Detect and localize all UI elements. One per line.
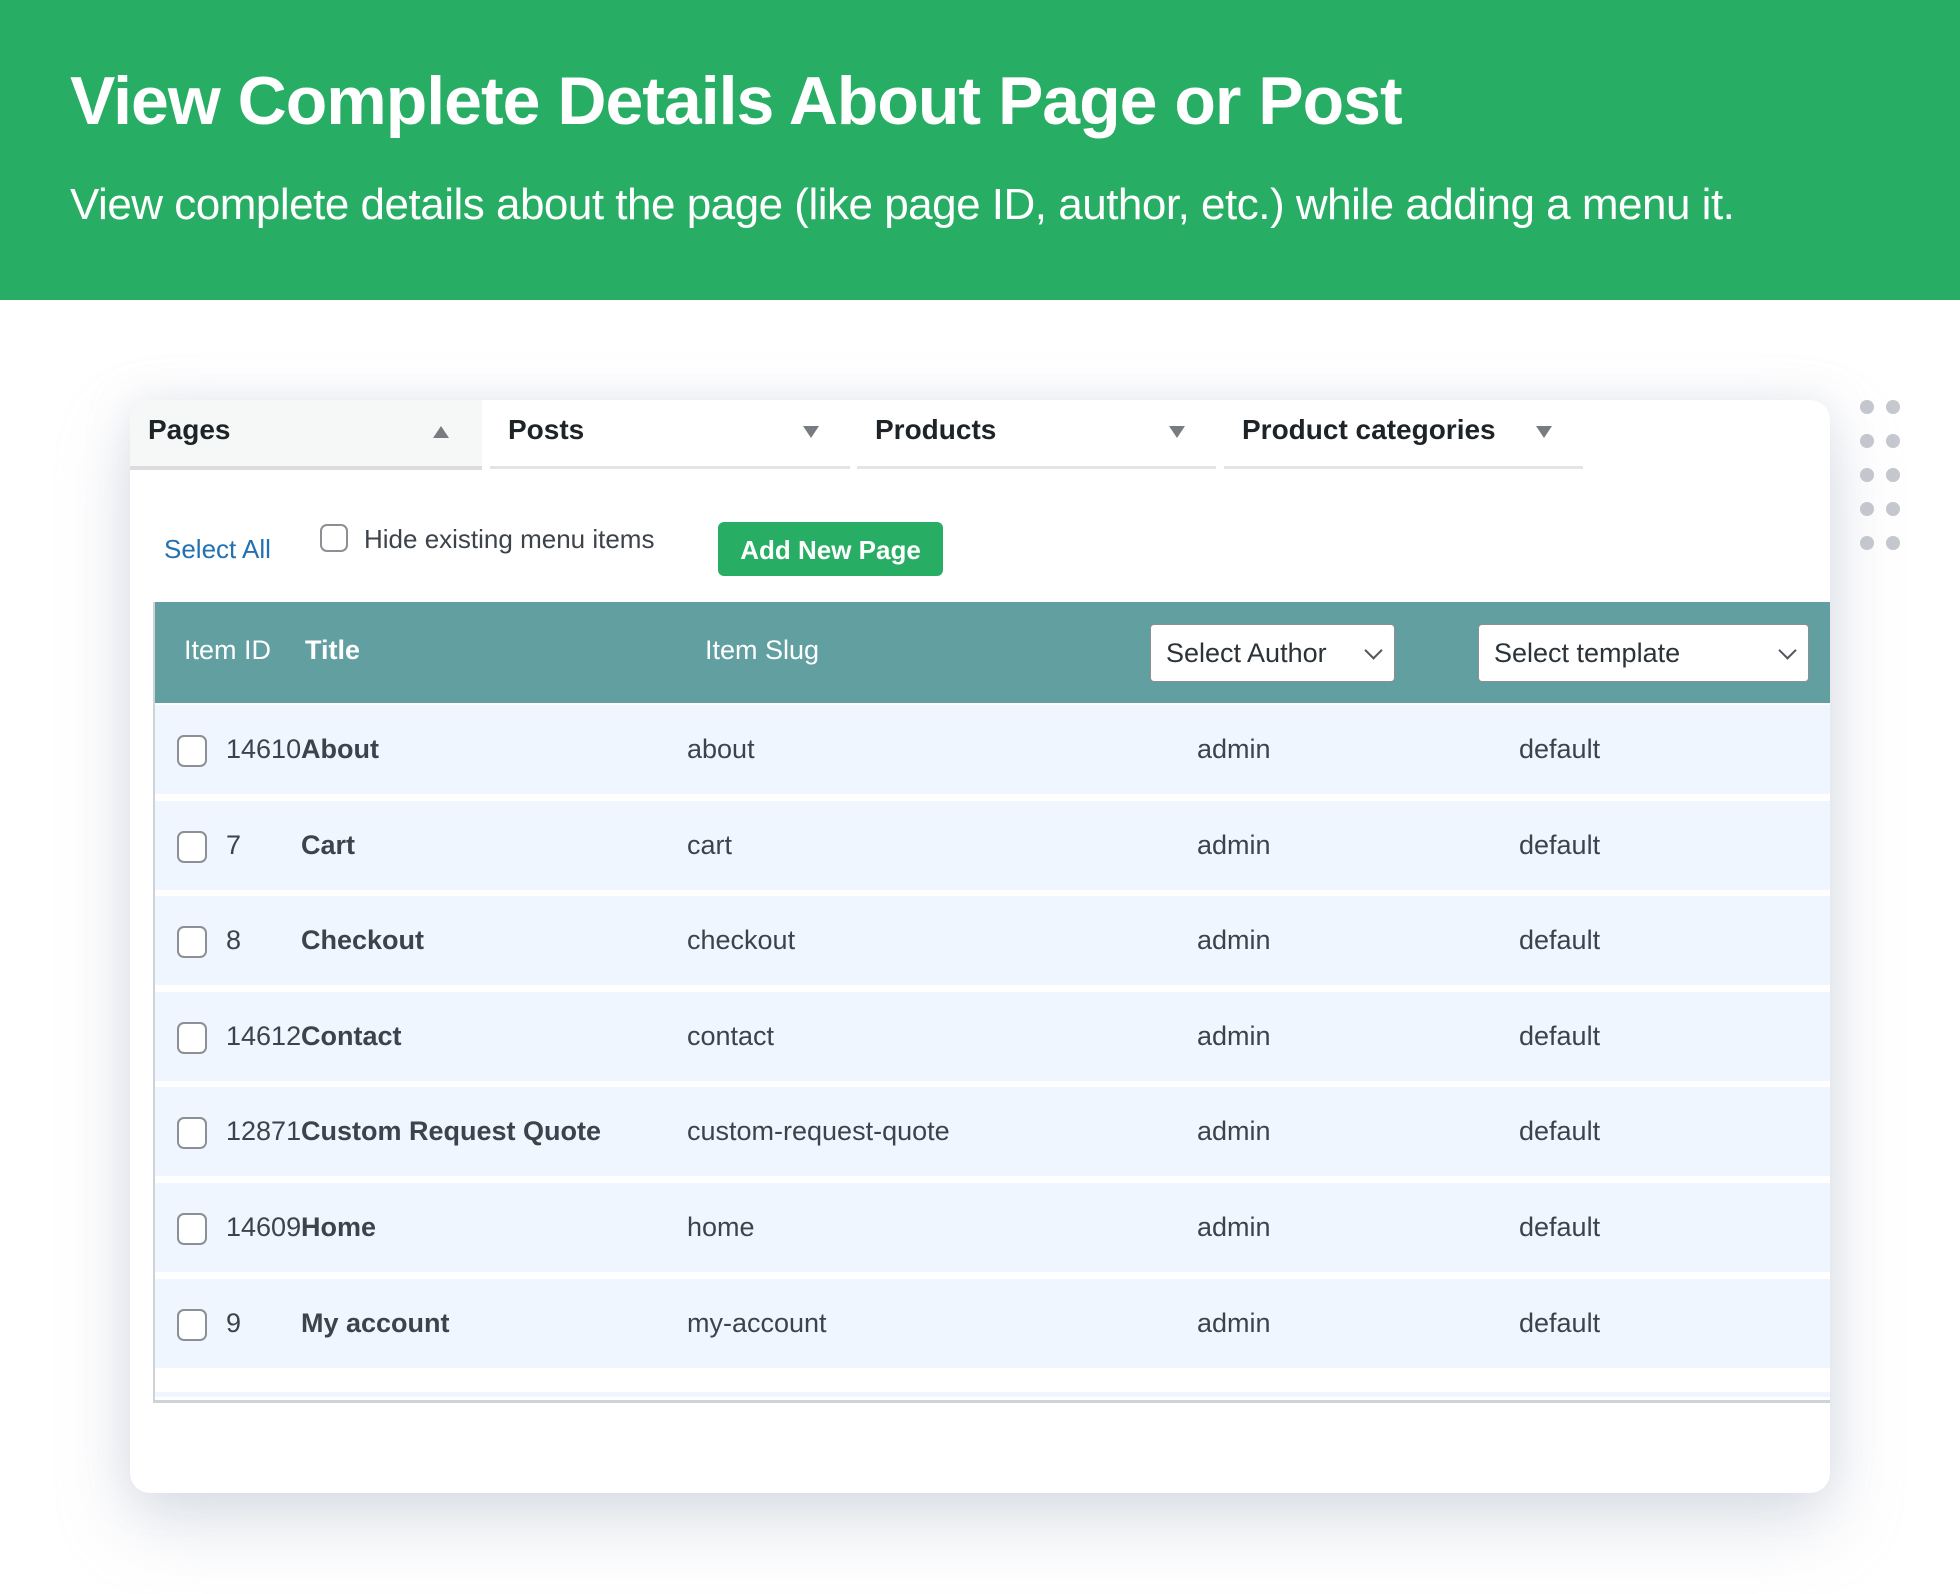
table-row: 14609 Home home admin default (155, 1183, 1830, 1272)
tab-pages[interactable]: Pages (130, 400, 482, 470)
banner-subtitle: View complete details about the page (li… (70, 180, 1735, 229)
cell-title: Cart (301, 829, 356, 860)
caret-up-icon (433, 426, 449, 438)
table-row: 12871 Custom Request Quote custom-reques… (155, 1087, 1830, 1177)
cell-slug: checkout (687, 925, 796, 956)
cell-template: default (1519, 1116, 1601, 1147)
cell-item-id: 14612 (226, 1020, 302, 1051)
dot-icon (1860, 536, 1874, 550)
tab-label: Pages (148, 414, 231, 445)
select-author-label: Select Author (1166, 638, 1327, 668)
tab-label: Products (875, 414, 997, 445)
table-row: 9 My account my-account admin default (155, 1278, 1830, 1368)
tab-label: Product categories (1242, 414, 1496, 445)
cell-slug: about (687, 734, 755, 764)
hide-existing-checkbox[interactable] (320, 524, 348, 552)
select-all-link[interactable]: Select All (164, 534, 271, 565)
cell-title: Home (301, 1212, 377, 1242)
row-checkbox[interactable] (177, 1021, 207, 1054)
header-title: Title (305, 635, 361, 665)
row-checkbox[interactable] (177, 926, 207, 959)
chevron-down-icon (1364, 641, 1383, 660)
chevron-down-icon (1778, 641, 1797, 660)
row-checkbox[interactable] (177, 1308, 207, 1341)
cell-author: admin (1197, 1116, 1271, 1147)
cell-item-id: 9 (226, 1307, 242, 1338)
cell-slug: home (687, 1212, 755, 1242)
header-item-id: Item ID (184, 635, 272, 665)
cell-item-id: 12871 (226, 1116, 302, 1147)
cell-slug: my-account (687, 1307, 827, 1338)
items-table: Item ID Title Item Slug Select Author Se… (153, 602, 1830, 1403)
dot-icon (1886, 400, 1900, 414)
select-template-label: Select template (1494, 638, 1681, 668)
cell-slug: contact (687, 1020, 775, 1051)
tab-posts[interactable]: Posts (490, 400, 850, 469)
cell-template: default (1519, 1307, 1601, 1338)
decorative-dots (1860, 400, 1900, 550)
cell-item-id: 8 (226, 925, 242, 956)
dot-icon (1886, 468, 1900, 482)
tab-label: Posts (508, 414, 585, 445)
row-checkbox[interactable] (177, 830, 207, 863)
select-author-dropdown[interactable]: Select Author (1150, 624, 1395, 682)
cell-template: default (1519, 829, 1601, 860)
table-row: 7 Cart cart admin default (155, 800, 1830, 890)
cell-template: default (1519, 925, 1601, 956)
dot-icon (1860, 468, 1874, 482)
dot-icon (1886, 502, 1900, 516)
cell-template: default (1519, 1020, 1601, 1051)
add-new-page-button[interactable]: Add New Page (718, 522, 943, 576)
cell-title: Checkout (301, 925, 425, 956)
cell-slug: cart (687, 829, 733, 860)
cell-title: Custom Request Quote (301, 1116, 602, 1147)
cell-author: admin (1197, 1307, 1271, 1338)
row-checkbox[interactable] (177, 1213, 207, 1245)
dot-icon (1860, 400, 1874, 414)
menu-items-panel: Pages Posts Products Product categories … (130, 400, 1830, 1493)
row-checkbox[interactable] (177, 735, 207, 767)
cell-author: admin (1197, 925, 1271, 956)
table-row-partial (155, 1392, 1830, 1397)
dot-icon (1860, 434, 1874, 448)
table-row: 8 Checkout checkout admin default (155, 896, 1830, 986)
select-template-dropdown[interactable]: Select template (1478, 624, 1809, 682)
caret-down-icon (1169, 426, 1185, 438)
tab-products[interactable]: Products (857, 400, 1216, 469)
cell-author: admin (1197, 734, 1271, 764)
cell-author: admin (1197, 1212, 1271, 1242)
tab-product-categories[interactable]: Product categories (1224, 400, 1583, 469)
cell-author: admin (1197, 1020, 1271, 1051)
tab-bar: Pages Posts Products Product categories (130, 400, 1590, 470)
cell-author: admin (1197, 829, 1271, 860)
cell-title: About (301, 734, 379, 764)
table-row: 14610 About about admin default (155, 705, 1830, 794)
cell-template: default (1519, 1212, 1601, 1242)
table-header: Item ID Title Item Slug Select Author Se… (155, 602, 1830, 703)
cell-template: default (1519, 734, 1601, 764)
row-checkbox[interactable] (177, 1117, 207, 1150)
header-banner: View Complete Details About Page or Post… (0, 0, 1960, 300)
dot-icon (1860, 502, 1874, 516)
caret-down-icon (803, 426, 819, 438)
header-item-slug: Item Slug (705, 635, 820, 665)
banner-title: View Complete Details About Page or Post (70, 63, 1403, 139)
cell-title: Contact (301, 1020, 402, 1051)
cell-item-id: 14609 (226, 1212, 302, 1242)
cell-title: My account (301, 1307, 450, 1338)
dot-icon (1886, 434, 1900, 448)
cell-item-id: 7 (226, 829, 242, 860)
caret-down-icon (1536, 426, 1552, 438)
cell-slug: custom-request-quote (687, 1116, 950, 1147)
cell-item-id: 14610 (226, 734, 302, 764)
table-row: 14612 Contact contact admin default (155, 991, 1830, 1081)
dot-icon (1886, 536, 1900, 550)
hide-existing-label: Hide existing menu items (364, 524, 655, 554)
